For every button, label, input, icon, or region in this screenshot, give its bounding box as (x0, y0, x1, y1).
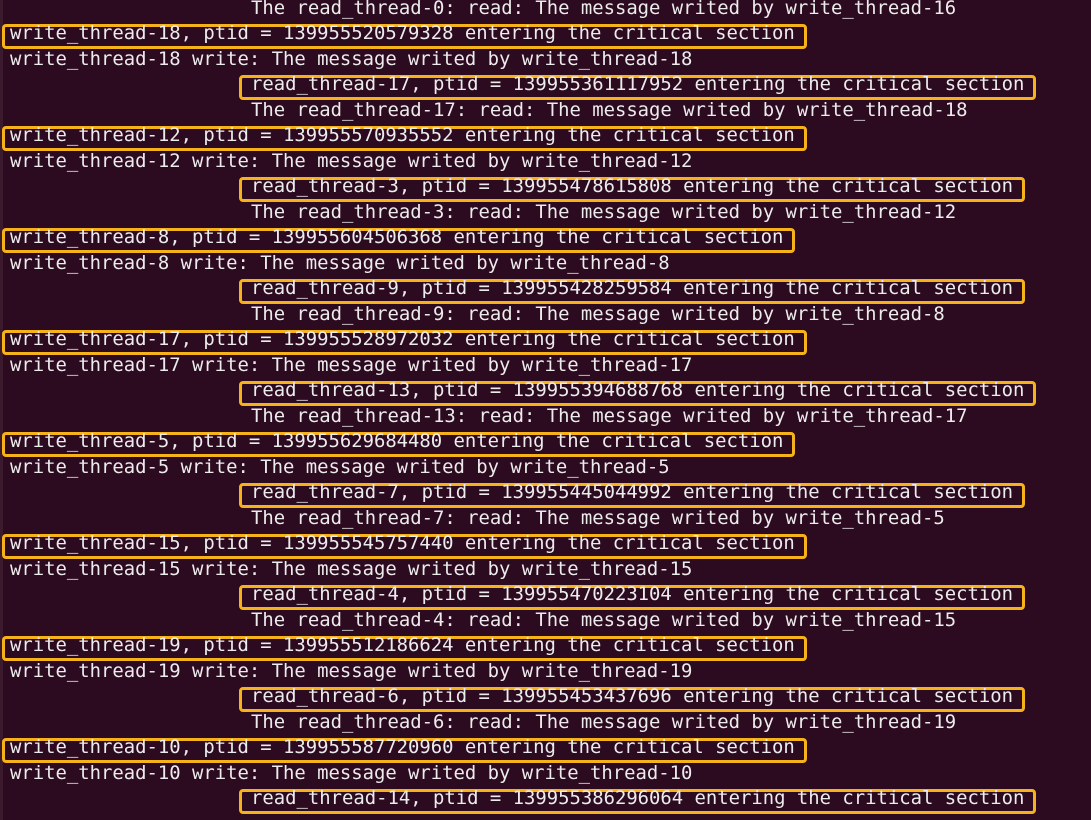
log-line-message: write_thread-19 write: The message write… (10, 659, 693, 682)
log-line-critical-section: read_thread-9, ptid = 139955428259584 en… (251, 277, 1013, 299)
log-line-message: The read_thread-3: read: The message wri… (251, 200, 957, 223)
log-line-critical-section: read_thread-6, ptid = 139955453437696 en… (251, 685, 1013, 707)
log-line-message: write_thread-17 write: The message write… (10, 353, 693, 376)
log-line-critical-section: read_thread-13, ptid = 139955394688768 e… (251, 379, 1025, 401)
log-line-message: write_thread-10 write: The message write… (10, 761, 693, 784)
log-line-message: The read_thread-6: read: The message wri… (251, 710, 957, 733)
log-line-message: The read_thread-0: read: The message wri… (251, 0, 957, 19)
log-line-critical-section: write_thread-17, ptid = 139955528972032 … (10, 328, 795, 350)
log-line-message: write_thread-5 write: The message writed… (10, 455, 670, 478)
log-line-message: write_thread-18 write: The message write… (10, 47, 693, 70)
terminal-output[interactable]: The read_thread-0: read: The message wri… (0, 0, 1091, 820)
log-line-message: The read_thread-9: read: The message wri… (251, 302, 945, 325)
log-line-critical-section: write_thread-18, ptid = 139955520579328 … (10, 22, 795, 44)
log-line-critical-section: read_thread-17, ptid = 139955361117952 e… (251, 73, 1025, 95)
log-line-message: write_thread-15 write: The message write… (10, 557, 693, 580)
log-line-critical-section: write_thread-5, ptid = 139955629684480 e… (10, 430, 784, 452)
log-line-critical-section: write_thread-15, ptid = 139955545757440 … (10, 532, 795, 554)
log-line-critical-section: write_thread-19, ptid = 139955512186624 … (10, 634, 795, 656)
log-line-message: write_thread-8 write: The message writed… (10, 251, 670, 274)
log-line-message: write_thread-12 write: The message write… (10, 149, 693, 172)
log-line-message: The read_thread-4: read: The message wri… (251, 608, 957, 631)
log-line-critical-section: write_thread-12, ptid = 139955570935552 … (10, 124, 795, 146)
log-line-critical-section: read_thread-7, ptid = 139955445044992 en… (251, 481, 1013, 503)
log-line-critical-section: read_thread-4, ptid = 139955470223104 en… (251, 583, 1013, 605)
log-line-critical-section: write_thread-10, ptid = 139955587720960 … (10, 736, 795, 758)
log-line-critical-section: read_thread-14, ptid = 139955386296064 e… (251, 787, 1025, 809)
log-line-message: The read_thread-7: read: The message wri… (251, 506, 945, 529)
log-line-critical-section: write_thread-8, ptid = 139955604506368 e… (10, 226, 784, 248)
log-line-critical-section: read_thread-3, ptid = 139955478615808 en… (251, 175, 1013, 197)
window-edge (0, 0, 3, 820)
log-line-message: The read_thread-17: read: The message wr… (251, 98, 968, 121)
log-line-message: The read_thread-13: read: The message wr… (251, 404, 968, 427)
